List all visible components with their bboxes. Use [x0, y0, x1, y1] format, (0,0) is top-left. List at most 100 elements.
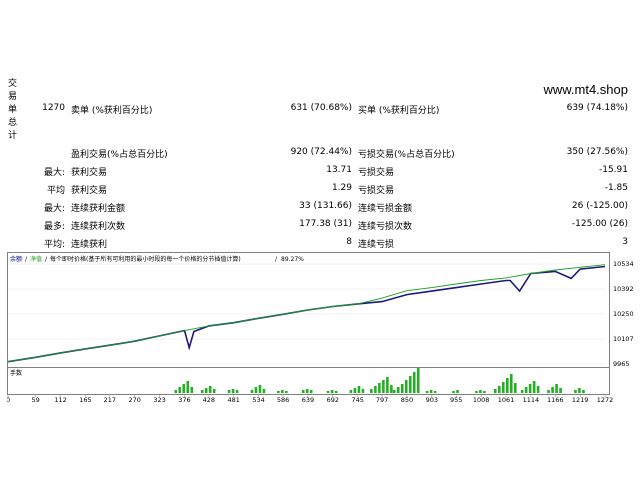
stats-table: 1270 卖单 (%获利百分比) 631 (70.68%) 买单 (%获利百分比… [0, 0, 640, 260]
y-tick-label: 10534 [613, 260, 634, 268]
volume-bar [551, 387, 554, 393]
volume-bar [493, 389, 497, 393]
x-tick-label: 955 [450, 396, 462, 404]
volume-bar [574, 390, 577, 393]
volume-bar [357, 386, 361, 393]
volume-bar [425, 391, 429, 393]
consecutive-loss-count-value: -125.00 (26) [571, 219, 628, 229]
avg-loss-value: -1.85 [604, 183, 628, 193]
volume-bar [536, 386, 540, 393]
x-tick-label: 428 [203, 396, 215, 404]
avg-consecutive-loss-label: 连续亏损 [358, 240, 395, 250]
avg-profit-label: 获利交易 [71, 186, 108, 196]
sell-label: 卖单 (%获利百分比) [71, 106, 153, 116]
row-prefix: 最大: [43, 204, 65, 214]
avg-consecutive-profit-label: 连续获利 [71, 240, 108, 250]
volume-bar [479, 390, 482, 393]
avg-consecutive-profit-value: 8 [346, 237, 352, 247]
x-tick-label: 534 [252, 396, 264, 404]
volume-bar [392, 390, 396, 393]
volume-bar [528, 384, 532, 393]
volume-bar [281, 390, 284, 393]
balance-chart: 10534 10392 10250 10107 9965 0 59 112 165 217 270… [6, 252, 634, 404]
consecutive-loss-amount-value: 26 (-125.00) [571, 201, 628, 211]
legend-quality: 89.27% [281, 256, 304, 263]
avg-loss-label: 亏损交易 [358, 186, 395, 196]
volume-bar [305, 389, 309, 393]
volume-bar [505, 378, 509, 393]
volume-bar [404, 380, 408, 393]
stats-row: 最多: 连续获利次数 177.38 (31) 连续亏损次数 -125.00 (2… [0, 219, 640, 233]
volume-bar [212, 389, 216, 393]
loss-trades-value: 350 (27.56%) [566, 147, 628, 157]
volume-label: 手数 [10, 369, 22, 377]
row-prefix: 平均: [43, 240, 65, 250]
consecutive-loss-count-label: 连续亏损次数 [358, 222, 413, 232]
volume-bar [456, 390, 459, 393]
volume-bar [309, 390, 313, 393]
x-tick-label: 745 [351, 396, 363, 404]
volume-bar [483, 391, 486, 393]
x-tick-label: 59 [32, 396, 40, 404]
volume-bar [509, 374, 513, 393]
volume-bar [532, 381, 536, 393]
consecutive-loss-amount-label: 连续亏损金额 [358, 204, 413, 214]
chart-svg: 10534 10392 10250 10107 9965 0 59 112 165 217 270… [6, 252, 634, 404]
consecutive-profit-amount-label: 连续获利金额 [71, 204, 126, 214]
volume-bar [374, 386, 377, 393]
max-loss-value: -15.91 [598, 165, 628, 175]
stats-row: 平均: 连续获利 8 连续亏损 3 [0, 237, 640, 251]
profit-trades-label: 盈利交易(%占总百分比) [71, 150, 168, 160]
x-tick-label: 323 [153, 396, 165, 404]
stats-row: 盈利交易(%占总百分比) 920 (72.44%) 亏损交易(%占总百分比) 3… [0, 147, 640, 161]
buy-label: 买单 (%获利百分比) [358, 106, 440, 116]
volume-bar [520, 390, 524, 393]
x-tick-label: 376 [178, 396, 190, 404]
volume-bar [370, 389, 373, 393]
y-tick-label: 10107 [613, 335, 634, 343]
x-tick-label: 217 [104, 396, 116, 404]
volume-bar [382, 380, 385, 393]
volume-bar [429, 390, 433, 393]
volume-bar [412, 372, 416, 393]
sell-value: 631 (70.68%) [290, 103, 352, 113]
volume-bar [301, 390, 305, 393]
consecutive-profit-amount-value: 33 (131.66) [299, 201, 352, 211]
x-tick-label: 903 [426, 396, 438, 404]
loss-trades-label: 亏损交易(%占总百分比) [358, 150, 455, 160]
avg-profit-value: 1.29 [331, 183, 352, 193]
x-tick-label: 112 [54, 396, 66, 404]
volume-bar [200, 390, 204, 393]
volume-bar [204, 388, 208, 393]
x-tick-label: 1061 [498, 396, 515, 404]
max-loss-label: 亏损交易 [358, 168, 395, 178]
volume-bar [334, 391, 338, 393]
volume-bar [231, 389, 235, 393]
volume-bar [578, 388, 581, 393]
x-tick-label: 270 [129, 396, 141, 404]
x-tick-label: 586 [277, 396, 289, 404]
volume-bar [182, 384, 186, 393]
row-prefix: 平均 [46, 186, 65, 196]
volume-bar [190, 387, 194, 393]
y-tick-label: 9965 [613, 360, 630, 368]
volume-bar [390, 385, 393, 393]
volume-bar [524, 387, 528, 393]
x-tick-label: 1114 [523, 396, 540, 404]
profit-trades-value: 920 (72.44%) [290, 147, 352, 157]
x-tick-label: 850 [401, 396, 413, 404]
volume-bar [386, 377, 389, 393]
volume-bar [513, 383, 517, 393]
stats-row: 最大: 获利交易 13.71 亏损交易 -15.91 [0, 165, 640, 179]
volume-bar [555, 384, 558, 393]
row-prefix: 最多: [43, 222, 65, 232]
volume-bar [227, 390, 231, 393]
volume-bar [547, 390, 550, 393]
volume-bar [475, 391, 478, 393]
legend-note: 每个即时价格(基于所有可利用的最小时段的每一个价格的分节插值计算) [50, 255, 241, 263]
volume-bar [250, 390, 254, 393]
x-tick-label: 0 [7, 396, 10, 404]
consecutive-profit-count-label: 连续获利次数 [71, 222, 126, 232]
volume-bar [262, 389, 266, 393]
y-tick-label: 10250 [613, 310, 634, 318]
